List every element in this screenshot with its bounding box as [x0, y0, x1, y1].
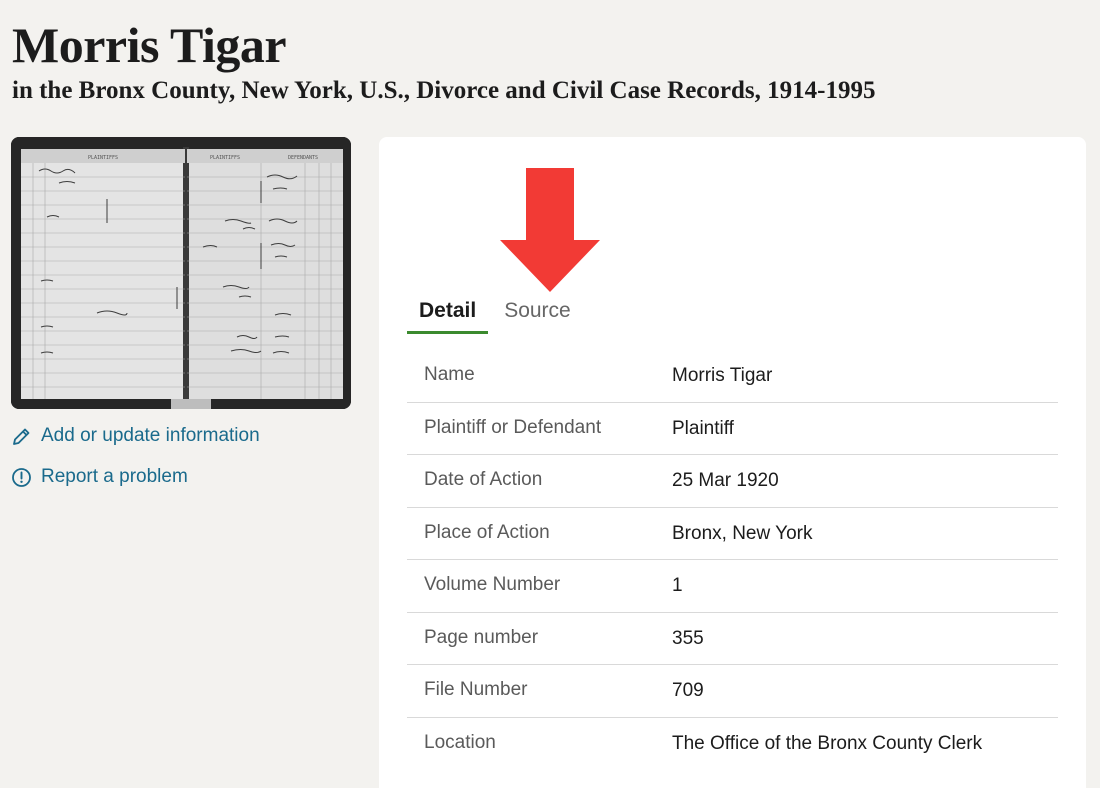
detail-row-page-number: Page number 355: [407, 613, 1058, 665]
detail-row-location: Location The Office of the Bronx County …: [407, 718, 1058, 770]
add-update-information-link[interactable]: Add or update information: [11, 425, 260, 447]
detail-value: 709: [672, 680, 704, 701]
detail-value: Bronx, New York: [672, 522, 813, 544]
report-problem-label: Report a problem: [41, 466, 188, 487]
ledger-heading-defendants: DEFENDANTS: [288, 155, 318, 161]
tab-source-label: Source: [504, 299, 571, 322]
detail-row-volume-number: Volume Number 1: [407, 560, 1058, 613]
detail-row-name: Name Morris Tigar: [407, 350, 1058, 403]
alert-circle-icon: [11, 467, 32, 488]
detail-label: Page number: [424, 626, 539, 648]
detail-row-date-of-action: Date of Action 25 Mar 1920: [407, 455, 1058, 508]
add-update-information-label: Add or update information: [41, 425, 260, 446]
detail-row-place-of-action: Place of Action Bronx, New York: [407, 508, 1058, 560]
detail-tabs: Detail Source: [407, 294, 587, 336]
ledger-heading-plaintiffs-right: PLAINTIFFS: [210, 155, 240, 161]
detail-value: The Office of the Bronx County Clerk: [672, 732, 983, 754]
tab-detail-label: Detail: [419, 299, 477, 322]
detail-row-plaintiff-or-defendant: Plaintiff or Defendant Plaintiff: [407, 403, 1058, 455]
detail-label: Place of Action: [424, 521, 550, 543]
detail-label: File Number: [424, 679, 528, 700]
detail-label: Date of Action: [424, 469, 543, 490]
ledger-page-image: PLAINTIFFS PLAINTIFFS DEFENDANTS: [11, 137, 351, 409]
detail-value: 1: [672, 575, 683, 596]
detail-value: Morris Tigar: [672, 365, 773, 386]
detail-label: Volume Number: [424, 574, 561, 595]
detail-label: Plaintiff or Defendant: [424, 416, 602, 438]
record-image-thumbnail[interactable]: PLAINTIFFS PLAINTIFFS DEFENDANTS: [11, 137, 351, 409]
detail-table: Name Morris Tigar Plaintiff or Defendant…: [407, 350, 1058, 769]
down-arrow-icon: [500, 168, 600, 292]
report-problem-link[interactable]: Report a problem: [11, 466, 188, 488]
pencil-icon: [11, 426, 32, 447]
detail-value: Plaintiff: [672, 417, 734, 439]
detail-value: 355: [672, 627, 704, 649]
tab-source[interactable]: Source: [492, 294, 583, 336]
detail-label: Location: [424, 731, 496, 753]
detail-row-file-number: File Number 709: [407, 665, 1058, 718]
active-tab-indicator: [407, 331, 489, 334]
tab-detail[interactable]: Detail: [407, 294, 489, 336]
page-title: Morris Tigar: [12, 17, 287, 73]
detail-label: Name: [424, 364, 475, 385]
collection-subtitle: in the Bronx County, New York, U.S., Div…: [12, 77, 876, 104]
ledger-heading-plaintiffs-left: PLAINTIFFS: [88, 155, 118, 161]
detail-value: 25 Mar 1920: [672, 470, 779, 491]
